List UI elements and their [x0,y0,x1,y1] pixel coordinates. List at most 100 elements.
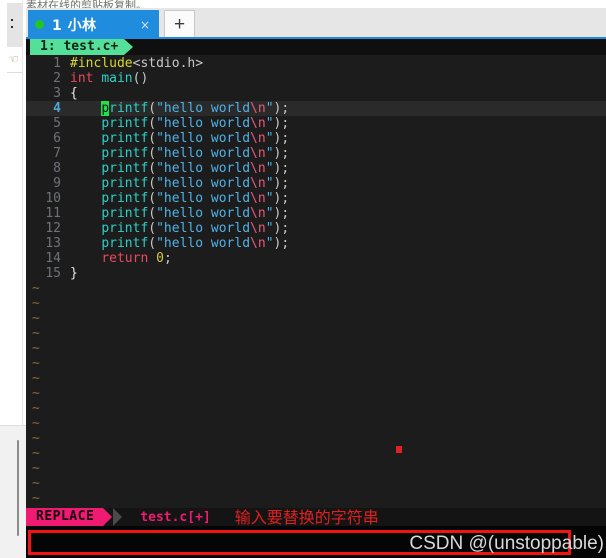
empty-line: ~ [26,311,606,326]
code-token: ); [273,116,290,131]
code-line[interactable]: 3{ [26,86,606,101]
code-token: ( [148,221,157,236]
code-token: ( [148,176,157,191]
code-token: "hello world [156,101,251,116]
code-token: \n [250,116,266,131]
code-line[interactable]: 6 printf("hello world\n"); [26,131,606,146]
code-token: main [101,71,133,86]
code-token: int [70,71,94,86]
line-number: 15 [45,266,61,281]
green-dot-icon [35,20,44,29]
code-line[interactable]: 11 printf("hello world\n"); [26,206,606,221]
code-token: "hello world [156,116,251,131]
code-token: "hello world [156,206,251,221]
code-line[interactable]: 7 printf("hello world\n"); [26,146,606,161]
code-token: "hello world [156,131,251,146]
terminal-tab-label: 1 小林 [52,17,97,34]
code-line[interactable]: 4 printf("hello world\n"); [26,101,606,116]
code-token: printf [101,236,149,251]
code-token: " [265,221,274,236]
code-lines[interactable]: 1 #include<stdio.h> 2 int main() 3{4 printf(… [26,56,606,521]
empty-line: ~ [26,296,606,311]
code-token: \n [250,221,266,236]
code-line[interactable]: 10 printf("hello world\n"); [26,191,606,206]
line-source: printf("hello world\n"); [70,146,606,161]
code-token: ( [148,191,157,206]
code-line[interactable]: 8 printf("hello world\n"); [26,161,606,176]
empty-line: ~ [26,371,606,386]
code-token: ; [163,251,172,266]
close-icon[interactable]: × [138,18,152,32]
watermark-text: CSDN @(unstoppable) [409,533,604,554]
code-token: \n [250,161,266,176]
code-line[interactable]: 9 printf("hello world\n"); [26,176,606,191]
code-line[interactable]: 12 printf("hello world\n"); [26,221,606,236]
text-cursor: p [101,101,110,116]
code-token: return [101,251,149,266]
empty-line: ~ [26,461,606,476]
background-lower-panel [0,425,26,558]
code-token: \n [250,191,266,206]
code-token: 0 [156,251,164,266]
code-token: ( [148,161,157,176]
line-number: 12 [45,221,61,236]
code-token: \n [250,146,266,161]
code-line[interactable]: 13 printf("hello world\n"); [26,236,606,251]
tilde-marker: ~ [32,341,40,356]
line-source: printf("hello world\n"); [70,221,606,236]
rail-divider [7,72,23,73]
code-token: \n [250,101,266,116]
background-scrollbar[interactable] [17,440,19,536]
code-token: ( [148,101,157,116]
empty-line: ~ [26,326,606,341]
code-token: printf [101,176,149,191]
background-rail-border [22,0,23,425]
line-number: 10 [45,191,61,206]
empty-line: ~ [26,281,606,296]
line-source: printf("hello world\n"); [70,176,606,191]
code-token: printf [101,221,149,236]
code-token: \n [250,206,266,221]
code-line[interactable]: 1 #include<stdio.h> [26,56,606,71]
line-source: printf("hello world\n"); [70,161,606,176]
code-line[interactable]: 2 int main() [26,71,606,86]
line-source: printf("hello world\n"); [70,191,606,206]
code-token: ( [148,116,157,131]
terminal-tab-1[interactable]: 1 小林 × [28,10,159,39]
vim-command-line[interactable]: CSDN @(unstoppable) [26,526,606,558]
line-number: 7 [53,146,61,161]
line-source: #include<stdio.h> [70,56,606,71]
empty-line: ~ [26,401,606,416]
code-token: ); [273,191,290,206]
empty-line: ~ [26,476,606,491]
code-token: "hello world [156,236,251,251]
code-token: " [265,206,274,221]
tilde-marker: ~ [32,431,40,446]
terminal-window: 1 小林 × + 1: test.c+ 1 #include<stdio.h> 2 i… [26,8,606,558]
empty-line: ~ [26,386,606,401]
code-line[interactable]: 14 return 0; [26,251,606,266]
tilde-marker: ~ [32,281,40,296]
code-token: "hello world [156,191,251,206]
code-line[interactable]: 15} [26,266,606,281]
code-token: ); [273,221,290,236]
vim-editor[interactable]: 1: test.c+ 1 #include<stdio.h> 2 int main()… [26,39,606,558]
more-options-icon[interactable] [11,19,14,33]
code-token: () [132,71,149,86]
code-line[interactable]: 5 printf("hello world\n"); [26,116,606,131]
screenshot-root: 素材在线的剪贴板复制。 ☜ 1 小林 × + 1: test.c+ 1 #inc… [0,0,606,558]
vim-buffer-tab[interactable]: 1: test.c+ [30,39,125,55]
section-chevron-icon [113,508,123,526]
new-tab-button[interactable]: + [164,10,195,38]
code-token: printf [101,116,149,131]
code-token: { [70,86,78,101]
empty-line: ~ [26,356,606,371]
line-number: 6 [53,131,61,146]
